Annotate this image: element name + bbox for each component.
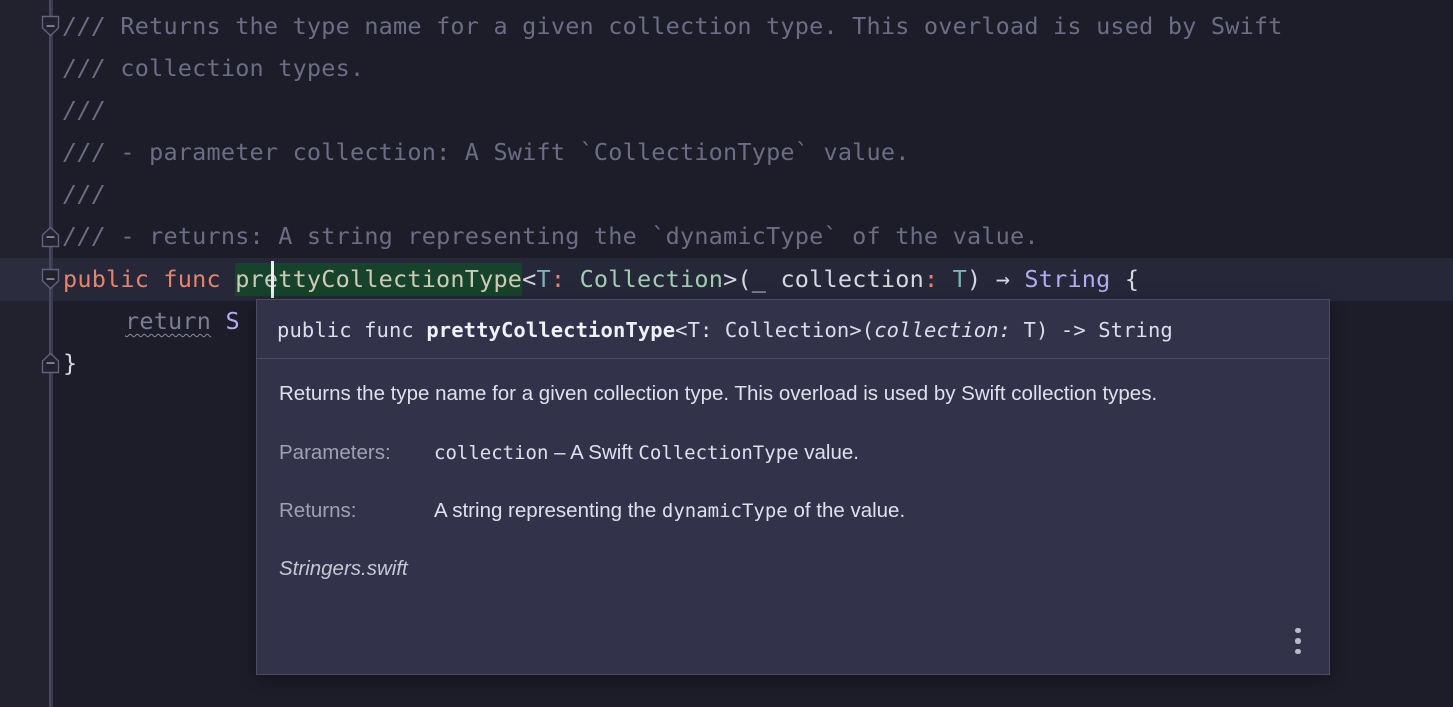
code-token: prettyCollectionType: [235, 263, 523, 296]
code-token: String: [1024, 265, 1111, 293]
doc-returns-value: A string representing the dynamicType of…: [434, 497, 905, 525]
code-token: ///: [63, 180, 107, 208]
doc-returns-row: Returns: A string representing the dynam…: [279, 497, 1307, 525]
code-token: Returns the type name for a given collec…: [120, 12, 1283, 40]
code-line-4[interactable]: /// - parameter collection: A Swift `Col…: [63, 131, 910, 173]
code-line-6[interactable]: /// - returns: A string representing the…: [63, 215, 1039, 257]
code-token: ///: [63, 138, 121, 166]
doc-returns-label: Returns:: [279, 499, 357, 522]
code-line-8[interactable]: return S: [125, 300, 240, 342]
code-token: ///: [63, 222, 121, 250]
doc-parameter-name: collection: [434, 442, 549, 464]
code-token: }: [63, 349, 78, 377]
documentation-popup[interactable]: public func prettyCollectionType<T: Coll…: [256, 299, 1330, 675]
code-token: return: [125, 307, 212, 335]
code-token: T: [952, 265, 967, 293]
menu-dot: [1295, 648, 1301, 655]
doc-parameter-desc-code: CollectionType: [638, 442, 799, 464]
code-token: collection types.: [120, 54, 365, 82]
code-token: :: [550, 265, 580, 293]
doc-parameter-desc-post: value.: [798, 441, 859, 464]
signature-parameter-name: collection:: [874, 318, 1012, 342]
code-token: T: [536, 265, 551, 293]
doc-popup-signature: public func prettyCollectionType<T: Coll…: [257, 300, 1329, 358]
code-token: ///: [63, 54, 121, 82]
doc-source-filename[interactable]: Stringers.swift: [279, 557, 1307, 581]
code-token: ///: [63, 12, 121, 40]
code-token: ) →: [967, 265, 1025, 293]
code-token: S: [225, 307, 240, 335]
code-line-9[interactable]: }: [63, 342, 77, 384]
fold-start-doc-comment-icon[interactable]: [41, 15, 60, 37]
text-caret: [271, 261, 274, 298]
doc-returns-desc-post: of the value.: [787, 499, 906, 522]
doc-parameter-desc-pre: A Swift: [570, 441, 639, 464]
code-token: <: [522, 265, 537, 293]
doc-returns-desc-pre: A string representing the: [434, 499, 662, 522]
fold-end-doc-comment-icon[interactable]: [41, 226, 60, 248]
code-token: - parameter collection: A Swift `Collect…: [120, 138, 910, 166]
signature-prefix: public func: [277, 318, 427, 342]
code-line-1[interactable]: /// Returns the type name for a given co…: [63, 5, 1283, 47]
code-token: :: [923, 265, 953, 293]
signature-generic: <T: Collection>(: [675, 318, 875, 342]
doc-summary-text: Returns the type name for a given collec…: [279, 382, 1158, 405]
code-editor[interactable]: /// Returns the type name for a given co…: [0, 0, 1453, 707]
doc-returns-desc-code: dynamicType: [661, 500, 788, 522]
code-token: - returns: A string representing the `dy…: [120, 222, 1039, 250]
code-token: public func: [63, 265, 236, 293]
code-token: ///: [63, 96, 107, 124]
signature-suffix: T) -> String: [1011, 318, 1173, 342]
fold-end-function-icon[interactable]: [41, 352, 60, 374]
more-vertical-icon[interactable]: [1285, 626, 1311, 656]
code-line-3[interactable]: ///: [63, 89, 106, 131]
menu-dot: [1295, 627, 1301, 634]
doc-parameter-dash: –: [548, 441, 571, 464]
code-line-2[interactable]: /// collection types.: [63, 47, 364, 89]
code-line-5[interactable]: ///: [63, 173, 106, 215]
code-token: >(_ collection: [723, 265, 924, 293]
doc-parameters-value: collection – A Swift CollectionType valu…: [434, 439, 859, 467]
signature-function-name: prettyCollectionType: [426, 318, 676, 342]
code-line-7[interactable]: public func prettyCollectionType<T: Coll…: [63, 258, 1139, 300]
fold-start-function-icon[interactable]: [41, 268, 60, 290]
code-token: Collection: [579, 265, 724, 293]
code-token: {: [1110, 265, 1140, 293]
doc-popup-body: Returns the type name for a given collec…: [257, 359, 1329, 674]
doc-parameters-row: Parameters: collection – A Swift Collect…: [279, 439, 1307, 467]
doc-parameters-label: Parameters:: [279, 441, 391, 464]
menu-dot: [1295, 638, 1301, 644]
